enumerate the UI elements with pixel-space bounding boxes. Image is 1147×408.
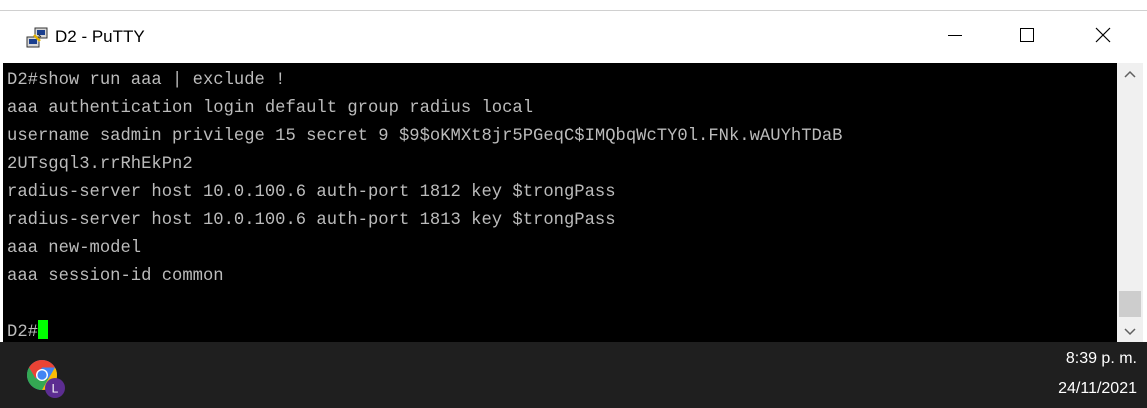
close-icon (1095, 27, 1111, 48)
terminal-line: D2#show run aaa | exclude ! (7, 71, 286, 90)
putty-icon[interactable] (25, 26, 49, 50)
terminal-line: radius-server host 10.0.100.6 auth-port … (7, 211, 616, 230)
minimize-button[interactable] (928, 11, 982, 63)
terminal-line: aaa new-model (7, 239, 142, 258)
title-bar[interactable]: D2 - PuTTY (0, 11, 1147, 63)
vertical-scrollbar[interactable] (1117, 63, 1143, 343)
maximize-button[interactable] (1000, 11, 1054, 63)
chrome-profile-icon[interactable]: L (24, 357, 68, 401)
putty-window: D2 - PuTTY D2#show run aaa | exclude ! a… (0, 10, 1147, 343)
clock-time[interactable]: 8:39 p. m. (1066, 350, 1137, 368)
prompt-line[interactable]: D2# (7, 319, 48, 343)
command-prompt: D2# (7, 323, 38, 342)
clock-date[interactable]: 24/11/2021 (1058, 380, 1137, 398)
scroll-down-button[interactable] (1117, 321, 1143, 343)
terminal-line: username sadmin privilege 15 secret 9 $9… (7, 127, 843, 146)
chevron-up-icon (1124, 65, 1136, 83)
text-cursor (37, 319, 48, 339)
profile-badge: L (52, 382, 59, 396)
scroll-up-button[interactable] (1117, 63, 1143, 85)
terminal-line: aaa session-id common (7, 267, 224, 286)
terminal-line: aaa authentication login default group r… (7, 99, 534, 118)
chevron-down-icon (1124, 323, 1136, 341)
terminal-line: 2UTsgql3.rrRhEkPn2 (7, 155, 193, 174)
window-title: D2 - PuTTY (55, 27, 145, 46)
minimize-icon (947, 27, 963, 48)
taskbar: L 8:39 p. m. 24/11/2021 (0, 342, 1147, 408)
scrollbar-thumb[interactable] (1119, 291, 1141, 317)
maximize-icon (1019, 27, 1035, 48)
terminal-output[interactable]: D2#show run aaa | exclude ! aaa authenti… (3, 63, 1117, 343)
terminal-line: radius-server host 10.0.100.6 auth-port … (7, 183, 616, 202)
close-button[interactable] (1076, 11, 1130, 63)
